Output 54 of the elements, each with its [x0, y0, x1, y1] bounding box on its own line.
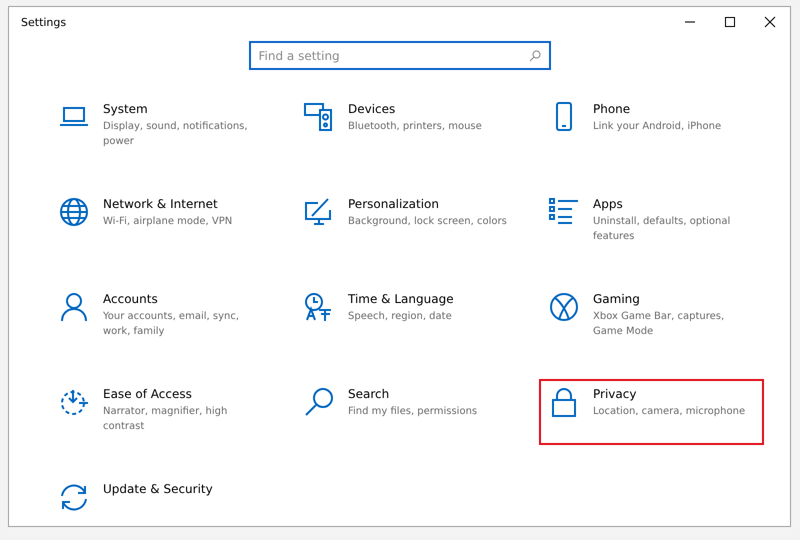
- tile-description: Display, sound, notifications, power: [103, 120, 249, 149]
- tile-description: Link your Android, iPhone: [593, 120, 722, 134]
- settings-tile[interactable]: Update & Security: [49, 474, 274, 526]
- tile-title: System: [103, 102, 149, 116]
- settings-tile[interactable]: Network & Internet Wi-Fi, airplane mode, VPN: [49, 189, 274, 255]
- tile-title: Privacy: [593, 387, 638, 401]
- tile-title: Apps: [593, 197, 624, 211]
- dashed-circle-arrow-icon: [59, 387, 89, 417]
- tile-title: Time & Language: [348, 292, 454, 306]
- settings-tile[interactable]: Privacy Location, camera, microphone: [539, 379, 764, 445]
- globe-icon: [59, 197, 89, 227]
- tile-title: Gaming: [593, 292, 641, 306]
- settings-tile[interactable]: Search Find my files, permissions: [294, 379, 519, 445]
- maximize-icon: [724, 16, 736, 28]
- clock-letters-icon: [304, 292, 334, 322]
- tile-description: Speech, region, date: [348, 310, 453, 324]
- person-icon: [59, 292, 89, 322]
- tile-title: Update & Security: [103, 482, 213, 496]
- list-icon: [549, 197, 579, 227]
- close-icon: [764, 16, 776, 28]
- tile-description: Wi-Fi, airplane mode, VPN: [103, 215, 232, 229]
- tile-description: Xbox Game Bar, captures, Game Mode: [593, 310, 726, 339]
- settings-tile[interactable]: Apps Uninstall, defaults, optional features: [539, 189, 764, 255]
- circular-arrows-icon: [59, 482, 89, 512]
- tile-description: Background, lock screen, colors: [348, 215, 507, 229]
- paintbrush-monitor-icon: [304, 197, 334, 227]
- settings-tile[interactable]: Ease of Access Narrator, magnifier, high contrast: [49, 379, 274, 445]
- xbox-icon: [549, 292, 579, 322]
- settings-tile[interactable]: Accounts Your accounts, email, sync, work, family: [49, 284, 274, 350]
- settings-tile[interactable]: Devices Bluetooth, printers, mouse: [294, 94, 519, 160]
- tile-title: Phone: [593, 102, 632, 116]
- magnifier-icon: [304, 387, 334, 417]
- search-field[interactable]: Find a setting: [248, 41, 550, 70]
- settings-tile[interactable]: Phone Link your Android, iPhone: [539, 94, 764, 160]
- settings-tile[interactable]: Time & Language Speech, region, date: [294, 284, 519, 350]
- tile-title: Search: [348, 387, 390, 401]
- tile-description: Your accounts, email, sync, work, family: [103, 310, 240, 339]
- tile-description: Location, camera, microphone: [593, 405, 746, 419]
- tile-title: Devices: [348, 102, 396, 116]
- tile-description: Bluetooth, printers, mouse: [348, 120, 482, 134]
- search-icon: [528, 50, 540, 62]
- window-title: Settings: [20, 16, 68, 28]
- keyboard-speaker-icon: [304, 102, 334, 132]
- settings-tile[interactable]: Gaming Xbox Game Bar, captures, Game Mode: [539, 284, 764, 350]
- settings-tile[interactable]: Personalization Background, lock screen, colors: [294, 189, 519, 255]
- tile-title: Network & Internet: [103, 197, 219, 211]
- padlock-icon: [549, 387, 579, 417]
- tile-title: Ease of Access: [103, 387, 193, 401]
- tile-title: Personalization: [348, 197, 440, 211]
- tile-description: Find my files, permissions: [348, 405, 478, 419]
- tile-description: Narrator, magnifier, high contrast: [103, 405, 228, 434]
- tile-title: Accounts: [103, 292, 159, 306]
- settings-tile[interactable]: System Display, sound, notifications, power: [49, 94, 274, 160]
- tile-description: Uninstall, defaults, optional features: [593, 215, 732, 244]
